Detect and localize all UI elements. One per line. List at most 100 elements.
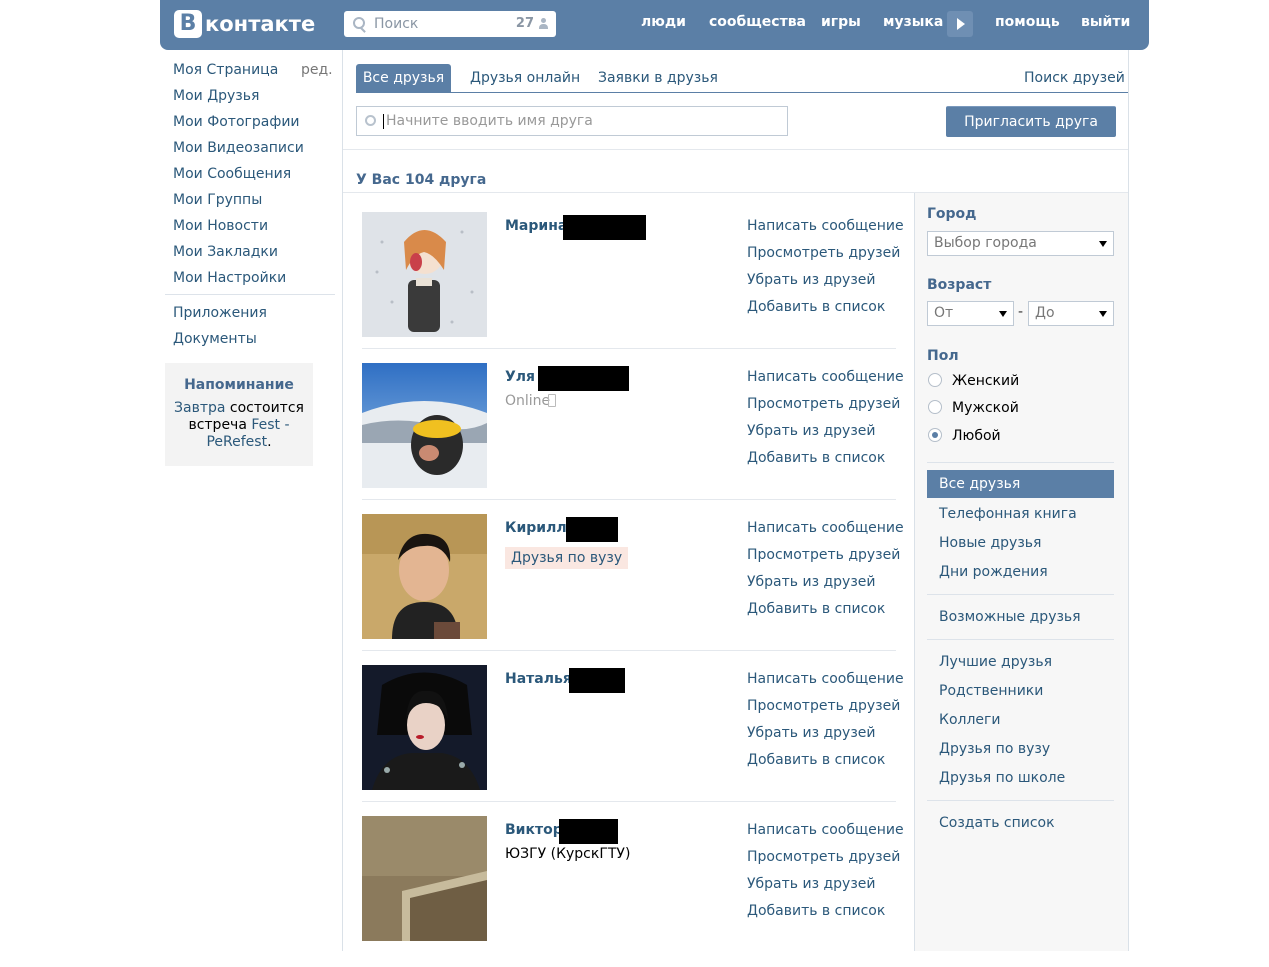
category-phone-book[interactable]: Телефонная книга	[939, 506, 1077, 522]
edit-link[interactable]: ред.	[301, 62, 333, 78]
add-to-list-link[interactable]: Добавить в список	[747, 752, 885, 768]
city-select[interactable]: Выбор города	[927, 231, 1114, 256]
filter-divider	[927, 594, 1114, 595]
gender-any-label[interactable]: Любой	[952, 428, 1001, 444]
view-friends-link[interactable]: Просмотреть друзей	[747, 547, 900, 563]
redacted-surname	[569, 668, 625, 693]
gender-any-radio[interactable]	[928, 428, 942, 442]
age-from-select[interactable]: От	[927, 301, 1014, 326]
redacted-surname	[563, 215, 646, 240]
gender-female-radio[interactable]	[928, 373, 942, 387]
menu-my-bookmarks[interactable]: Мои Закладки	[173, 244, 278, 260]
age-dash: -	[1018, 304, 1024, 320]
write-message-link[interactable]: Написать сообщение	[747, 369, 904, 385]
friend-avatar[interactable]	[362, 816, 487, 941]
nav-help[interactable]: помощь	[995, 14, 1060, 30]
add-to-list-link[interactable]: Добавить в список	[747, 299, 885, 315]
gender-male-radio[interactable]	[928, 400, 942, 414]
friend-name[interactable]: Марина	[505, 218, 567, 234]
tab-underline	[356, 92, 1128, 93]
online-status: Online	[505, 393, 551, 409]
menu-apps[interactable]: Приложения	[173, 305, 267, 321]
write-message-link[interactable]: Написать сообщение	[747, 671, 904, 687]
nav-logout[interactable]: выйти	[1081, 14, 1130, 30]
filter-divider	[927, 800, 1114, 801]
menu-my-photos[interactable]: Мои Фотографии	[173, 114, 300, 130]
write-message-link[interactable]: Написать сообщение	[747, 822, 904, 838]
category-school-friends[interactable]: Друзья по школе	[939, 770, 1065, 786]
menu-my-videos[interactable]: Мои Видеозаписи	[173, 140, 304, 156]
menu-documents[interactable]: Документы	[173, 331, 257, 347]
tab-all-friends[interactable]: Все друзья	[356, 64, 451, 93]
vk-logo[interactable]: В контакте	[174, 9, 315, 39]
friend-name[interactable]: Виктор	[505, 822, 563, 838]
category-possible-friends[interactable]: Возможные друзья	[939, 609, 1081, 625]
category-relatives[interactable]: Родственники	[939, 683, 1043, 699]
friend-row: Марина Написать сообщение Просмотреть др…	[362, 212, 904, 363]
gender-female-label[interactable]: Женский	[952, 373, 1019, 389]
remove-friend-link[interactable]: Убрать из друзей	[747, 725, 876, 741]
row-divider	[362, 650, 896, 651]
add-to-list-link[interactable]: Добавить в список	[747, 450, 885, 466]
view-friends-link[interactable]: Просмотреть друзей	[747, 245, 900, 261]
category-birthdays[interactable]: Дни рождения	[939, 564, 1048, 580]
friend-avatar[interactable]	[362, 363, 487, 488]
category-new-friends[interactable]: Новые друзья	[939, 535, 1041, 551]
chevron-down-icon	[1099, 241, 1107, 247]
view-friends-link[interactable]: Просмотреть друзей	[747, 849, 900, 865]
friend-name[interactable]: Кирилл	[505, 520, 567, 536]
friend-name[interactable]: Наталья	[505, 671, 572, 687]
menu-my-news[interactable]: Мои Новости	[173, 218, 268, 234]
menu-my-page[interactable]: Моя Страница	[173, 62, 278, 78]
nav-communities[interactable]: сообщества	[709, 14, 806, 30]
write-message-link[interactable]: Написать сообщение	[747, 520, 904, 536]
create-list-link[interactable]: Создать список	[939, 815, 1055, 831]
add-to-list-link[interactable]: Добавить в список	[747, 903, 885, 919]
add-to-list-link[interactable]: Добавить в список	[747, 601, 885, 617]
view-friends-link[interactable]: Просмотреть друзей	[747, 396, 900, 412]
category-all-friends[interactable]: Все друзья	[927, 470, 1114, 498]
remove-friend-link[interactable]: Убрать из друзей	[747, 423, 876, 439]
user-icon	[539, 18, 548, 29]
nav-music[interactable]: музыка	[883, 14, 943, 30]
city-select-value: Выбор города	[934, 235, 1037, 251]
row-divider	[362, 499, 896, 500]
online-count: 27	[515, 16, 534, 31]
invite-friend-button[interactable]: Пригласить друга	[946, 106, 1116, 137]
friend-search-input[interactable]: Начните вводить имя друга	[356, 106, 788, 136]
age-from-value: От	[934, 305, 954, 321]
logo-text: контакте	[205, 12, 316, 36]
category-colleagues[interactable]: Коллеги	[939, 712, 1000, 728]
menu-my-friends[interactable]: Мои Друзья	[173, 88, 259, 104]
reminder-end: .	[267, 434, 272, 450]
friend-avatar[interactable]	[362, 665, 487, 790]
text-caret	[383, 114, 384, 129]
play-icon[interactable]	[947, 11, 973, 37]
age-to-select[interactable]: До	[1028, 301, 1114, 326]
friend-name[interactable]: Уля	[505, 369, 535, 385]
university-badge[interactable]: Друзья по вузу	[505, 547, 629, 569]
friend-avatar[interactable]	[362, 514, 487, 639]
friend-search-placeholder: Начните вводить имя друга	[386, 113, 593, 129]
reminder-date-link[interactable]: Завтра	[174, 400, 225, 416]
gender-male-label[interactable]: Мужской	[952, 400, 1019, 416]
view-friends-link[interactable]: Просмотреть друзей	[747, 698, 900, 714]
menu-my-groups[interactable]: Мои Группы	[173, 192, 262, 208]
friend-avatar[interactable]	[362, 212, 487, 337]
search-input[interactable]: Поиск 27	[344, 11, 556, 37]
tab-friends-online[interactable]: Друзья онлайн	[470, 70, 580, 86]
nav-people[interactable]: люди	[641, 14, 686, 30]
row-divider	[362, 348, 896, 349]
write-message-link[interactable]: Написать сообщение	[747, 218, 904, 234]
search-friends-link[interactable]: Поиск друзей	[1024, 70, 1125, 86]
menu-my-settings[interactable]: Мои Настройки	[173, 270, 286, 286]
category-best-friends[interactable]: Лучшие друзья	[939, 654, 1052, 670]
remove-friend-link[interactable]: Убрать из друзей	[747, 876, 876, 892]
remove-friend-link[interactable]: Убрать из друзей	[747, 272, 876, 288]
menu-my-messages[interactable]: Мои Сообщения	[173, 166, 291, 182]
tab-friend-requests[interactable]: Заявки в друзья	[598, 70, 718, 86]
remove-friend-link[interactable]: Убрать из друзей	[747, 574, 876, 590]
friend-row: Виктор ЮЗГУ (КурскГТУ) Написать сообщени…	[362, 816, 904, 967]
category-university-friends[interactable]: Друзья по вузу	[939, 741, 1050, 757]
nav-games[interactable]: игры	[821, 14, 861, 30]
